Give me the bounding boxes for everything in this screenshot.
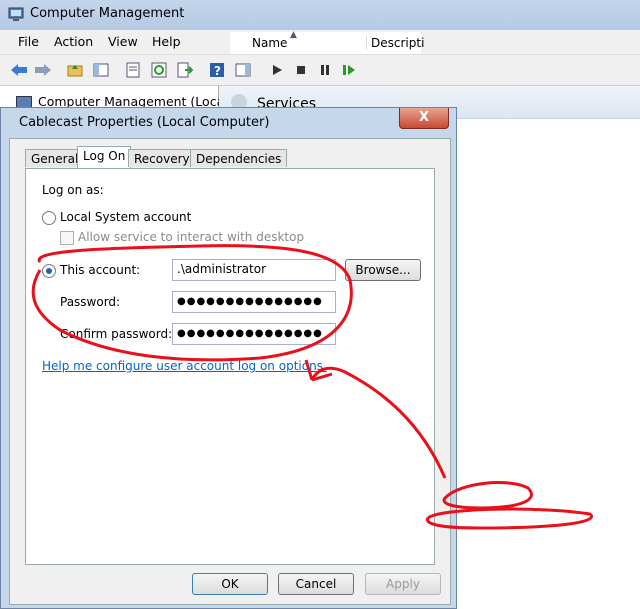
log-on-as-label: Log on as: — [42, 183, 104, 197]
toolbar: ? — [0, 55, 640, 86]
this-account-label: This account: — [60, 263, 141, 277]
tab-general[interactable]: General — [25, 149, 85, 167]
password-label: Password: — [60, 295, 121, 309]
column-description[interactable]: Descripti — [366, 36, 424, 50]
refresh-icon[interactable] — [150, 61, 168, 79]
menu-view[interactable]: View — [108, 34, 138, 49]
this-account-radio[interactable] — [42, 264, 56, 278]
dialog-title: Cablecast Properties (Local Computer) — [19, 115, 270, 130]
computer-management-icon — [8, 6, 24, 22]
help-configure-link[interactable]: Help me configure user account log on op… — [42, 359, 327, 373]
dialog-body: General Log On Recovery Dependencies Log… — [9, 138, 451, 605]
play-icon[interactable] — [268, 61, 286, 79]
tab-dependencies[interactable]: Dependencies — [190, 149, 288, 167]
pause-icon[interactable] — [316, 61, 334, 79]
up-folder-icon[interactable] — [66, 61, 84, 79]
ok-button[interactable]: OK — [192, 573, 268, 595]
back-icon[interactable] — [10, 61, 28, 79]
menu-file[interactable]: File — [18, 34, 39, 49]
account-input[interactable]: .\administrator — [172, 259, 336, 281]
svg-text:?: ? — [214, 64, 221, 78]
services-column-header: Name ▲ Descripti — [230, 30, 424, 55]
help-icon[interactable]: ? — [208, 61, 226, 79]
show-hide-tree-icon[interactable] — [92, 61, 110, 79]
confirm-password-label: Confirm password: — [60, 327, 173, 341]
window-titlebar: Computer Management — [0, 0, 640, 30]
forward-icon[interactable] — [34, 61, 52, 79]
menu-action[interactable]: Action — [54, 34, 93, 49]
export-icon[interactable] — [176, 61, 194, 79]
menu-help[interactable]: Help — [152, 34, 181, 49]
allow-interact-checkbox[interactable] — [60, 231, 74, 245]
show-hide-action-icon[interactable] — [234, 61, 252, 79]
properties-dialog: Cablecast Properties (Local Computer) X … — [0, 107, 457, 609]
allow-interact-label: Allow service to interact with desktop — [78, 230, 305, 244]
window-title: Computer Management — [30, 6, 185, 21]
apply-button[interactable]: Apply — [365, 573, 441, 595]
confirm-password-input[interactable]: ●●●●●●●●●●●●●●● — [172, 323, 336, 345]
cancel-button[interactable]: Cancel — [278, 573, 354, 595]
sort-ascending-icon: ▲ — [290, 30, 297, 40]
browse-button[interactable]: Browse... — [345, 259, 421, 281]
log-on-panel: Log on as: Local System account Allow se… — [25, 168, 435, 565]
tab-recovery[interactable]: Recovery — [128, 149, 196, 167]
password-input[interactable]: ●●●●●●●●●●●●●●● — [172, 291, 336, 313]
properties-icon[interactable] — [124, 61, 142, 79]
tab-log-on[interactable]: Log On — [77, 146, 132, 168]
local-system-radio[interactable] — [42, 211, 56, 225]
restart-icon[interactable] — [340, 61, 358, 79]
local-system-label: Local System account — [60, 210, 192, 224]
stop-icon[interactable] — [292, 61, 310, 79]
close-button[interactable]: X — [399, 108, 449, 129]
column-name[interactable]: Name — [252, 36, 287, 50]
